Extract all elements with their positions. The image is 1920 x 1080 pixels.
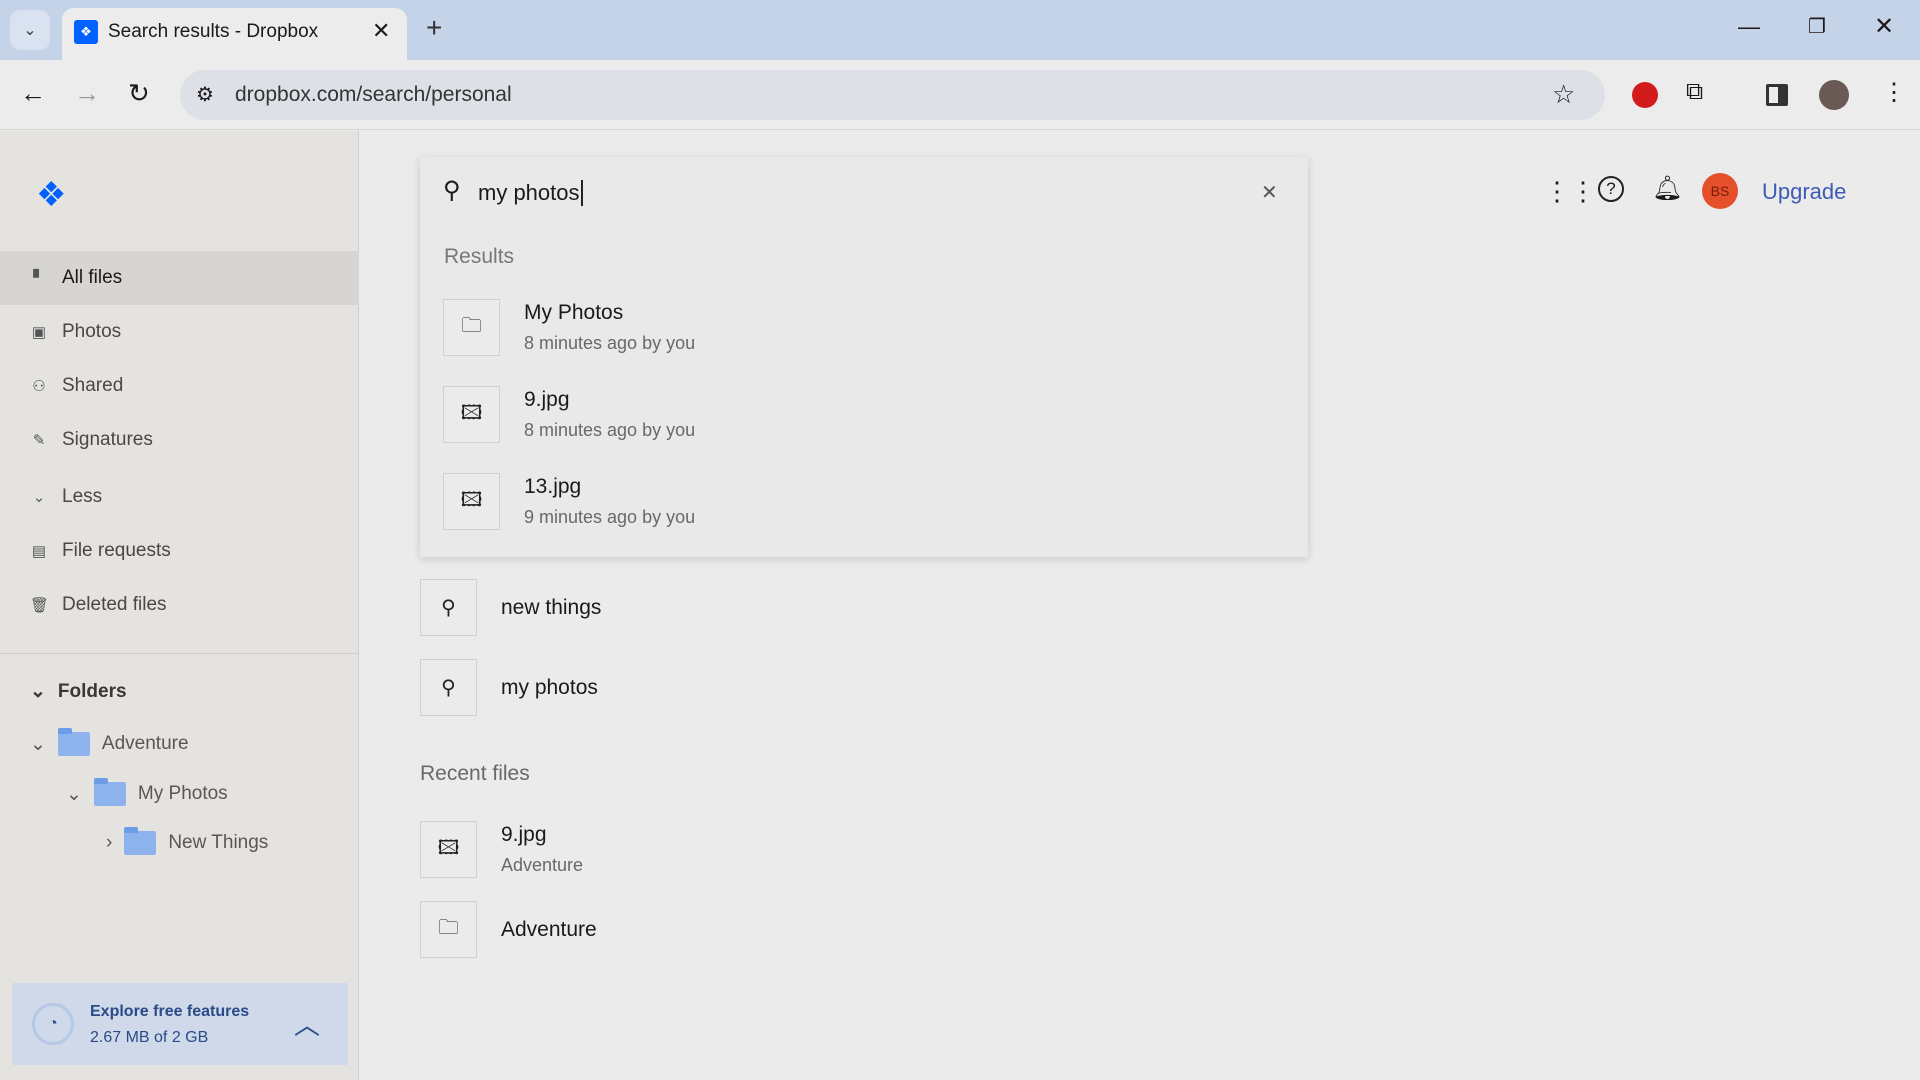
browser-menu-icon[interactable]: ⋮ — [1882, 78, 1906, 107]
tab-close-icon[interactable]: ✕ — [372, 18, 390, 44]
search-input[interactable]: my photos — [478, 180, 583, 206]
signatures-icon: ✎ — [32, 432, 46, 449]
chevron-right-icon: › — [106, 832, 113, 853]
minimize-icon[interactable]: — — [1738, 14, 1760, 40]
folders-header[interactable]: ⌄ Folders — [30, 680, 127, 703]
search-result[interactable]: 🗀 My Photos 8 minutes ago by you — [443, 299, 695, 356]
storage-card[interactable]: ◔ Explore free features 2.67 MB of 2 GB … — [12, 983, 348, 1065]
extensions-icon[interactable]: ⧉ — [1686, 78, 1703, 106]
address-bar[interactable]: ⚙ dropbox.com/search/personal ☆ — [180, 70, 1605, 120]
url-text[interactable]: dropbox.com/search/personal — [235, 83, 512, 107]
search-result[interactable]: 🖾 13.jpg 9 minutes ago by you — [443, 473, 695, 530]
sidebar-item-signatures[interactable]: ✎ Signatures — [0, 413, 359, 467]
side-panel-icon[interactable] — [1766, 84, 1788, 106]
tree-item-adventure[interactable]: ⌄ Adventure — [30, 728, 189, 756]
reload-icon[interactable]: ↻ — [128, 78, 150, 109]
window-close-icon[interactable]: ✕ — [1874, 12, 1894, 41]
image-icon: 🖾 — [420, 821, 477, 878]
tree-item-my-photos[interactable]: ⌄ My Photos — [66, 778, 228, 806]
upgrade-link[interactable]: Upgrade — [1762, 179, 1846, 205]
chevron-down-icon: ⌄ — [30, 681, 46, 702]
photos-icon: ▣ — [31, 324, 47, 341]
folder-icon: 🗀 — [443, 299, 500, 356]
storage-usage: 2.67 MB of 2 GB — [90, 1029, 209, 1046]
chevron-down-icon: ⌄ — [30, 733, 46, 755]
search-icon: ⚲ — [420, 579, 477, 636]
folder-icon — [124, 827, 157, 855]
dropbox-favicon-icon: ❖ — [74, 20, 98, 44]
storage-title: Explore free features — [90, 1003, 250, 1020]
results-label: Results — [444, 245, 515, 268]
divider — [0, 653, 359, 654]
file-requests-icon: ▤ — [31, 543, 47, 560]
folder-icon: 🗀 — [420, 901, 477, 958]
profile-avatar[interactable] — [1819, 80, 1849, 110]
storage-meter-icon: ◔ — [32, 1003, 74, 1045]
chevron-down-icon: ⌄ — [66, 783, 82, 805]
trash-icon: 🗑 — [30, 597, 50, 614]
sidebar: ❖ ▘ All files ▣ Photos ⚇ Shared ✎ Signatures… — [0, 131, 359, 1080]
chevron-down-icon: ⌄ — [32, 489, 46, 506]
clear-search-icon[interactable]: ✕ — [1261, 180, 1278, 205]
recent-search-item[interactable]: ⚲ new things — [420, 579, 601, 636]
recent-file-item[interactable]: 🖾 9.jpg Adventure — [420, 821, 583, 878]
tree-item-new-things[interactable]: › New Things — [106, 827, 268, 855]
recent-files-label: Recent files — [420, 762, 530, 785]
new-tab-icon[interactable]: + — [426, 12, 442, 44]
account-avatar[interactable]: BS — [1702, 173, 1738, 209]
sidebar-item-all-files[interactable]: ▘ All files — [0, 251, 359, 305]
image-icon: 🖾 — [443, 386, 500, 443]
back-icon[interactable]: ← — [20, 78, 46, 109]
sidebar-item-less[interactable]: ⌄ Less — [0, 470, 359, 524]
folder-icon — [57, 728, 90, 756]
site-settings-icon[interactable]: ⚙ — [196, 82, 214, 107]
search-icon: ⚲ — [443, 177, 461, 204]
browser-tab[interactable]: ❖ Search results - Dropbox ✕ — [62, 8, 407, 60]
help-icon[interactable]: ? — [1598, 176, 1624, 202]
restore-icon[interactable]: ❐ — [1808, 14, 1826, 39]
recent-file-item[interactable]: 🗀 Adventure — [420, 901, 597, 958]
search-result[interactable]: 🖾 9.jpg 8 minutes ago by you — [443, 386, 695, 443]
sidebar-item-file-requests[interactable]: ▤ File requests — [0, 524, 359, 578]
sidebar-item-deleted-files[interactable]: 🗑 Deleted files — [0, 578, 359, 632]
folder-icon — [93, 778, 126, 806]
app-grid-icon[interactable]: ⋮⋮ — [1544, 176, 1596, 207]
image-icon: 🖾 — [443, 473, 500, 530]
bookmark-star-icon[interactable]: ☆ — [1552, 79, 1575, 110]
shared-icon: ⚇ — [32, 378, 46, 395]
forward-icon[interactable]: → — [74, 78, 100, 109]
recent-search-item[interactable]: ⚲ my photos — [420, 659, 598, 716]
adblock-extension-icon[interactable] — [1632, 82, 1658, 108]
tab-search-button[interactable]: ⌄ — [10, 10, 50, 50]
sidebar-item-photos[interactable]: ▣ Photos — [0, 305, 359, 359]
search-icon: ⚲ — [420, 659, 477, 716]
sidebar-item-shared[interactable]: ⚇ Shared — [0, 359, 359, 413]
tab-title: Search results - Dropbox — [108, 21, 319, 42]
notifications-bell-icon[interactable]: 🔔︎ — [1652, 174, 1682, 203]
chevron-up-icon[interactable]: ︿ — [294, 1005, 320, 1042]
dropbox-logo-icon[interactable]: ❖ — [36, 175, 66, 215]
all-files-icon: ▘ — [33, 270, 45, 287]
